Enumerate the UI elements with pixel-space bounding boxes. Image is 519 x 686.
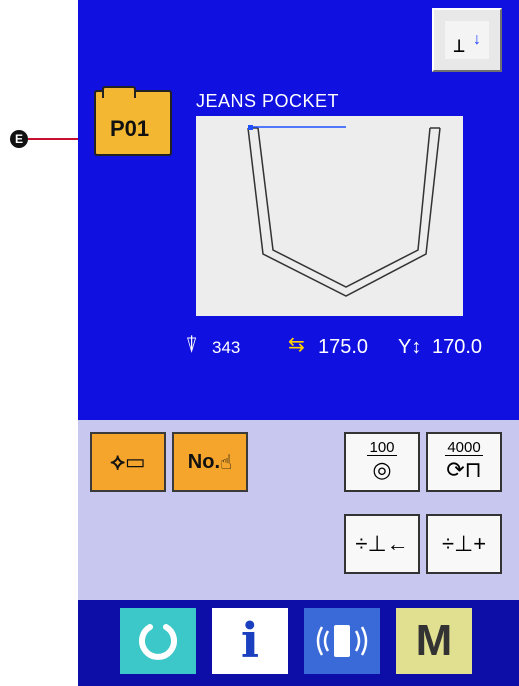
info-icon: i [240,613,260,669]
pocket-shape [247,125,441,297]
bobbin-icon: ◎ [372,457,392,482]
pattern-name: JEANS POCKET [196,91,340,111]
x-scale-value: 175.0 [318,336,369,358]
presser-foot-icon: ⊥ [453,33,466,57]
thread-tension-up-button[interactable]: ÷⊥+ [426,514,502,574]
sewing-counter-value: 4000 [445,439,483,456]
pattern-preview [196,116,463,316]
tension-up-icon: ÷⊥+ [441,531,487,556]
ready-icon [139,624,177,660]
mode-icon: M [415,616,453,665]
communication-button[interactable] [304,608,380,674]
tension-down-icon: ÷⊥← [355,531,409,556]
folder-icon [102,86,136,98]
communication-icon [316,625,368,657]
ready-button[interactable] [120,608,196,674]
sewing-machine-icon: ⟳⊓ [446,457,482,482]
hand-pointer-icon: ☝ [220,451,233,474]
thread-tension-down-button[interactable]: ÷⊥← [344,514,420,574]
pattern-number-button[interactable]: P01 [94,86,172,156]
down-arrow-icon: ↓ [473,31,481,48]
pattern-number: P01 [110,116,150,141]
callout-label: E [10,130,28,148]
x-scale-icon: ⇆ [288,334,305,356]
number-select-label: No. [187,450,221,473]
info-button[interactable]: i [212,608,288,674]
register-icon: ⟡▭ [110,449,146,474]
sewing-counter-button[interactable]: 4000 ⟳⊓ [426,432,502,492]
stitch-count: 343 [212,338,241,357]
bobbin-counter-button[interactable]: 100 ◎ [344,432,420,492]
presser-foot-button[interactable]: ⊥ ↓ [432,8,502,72]
y-scale-value: 170.0 [432,336,483,358]
needle-icon: ⍒ [185,332,199,357]
mode-button[interactable]: M [396,608,472,674]
number-select-button[interactable]: No. ☝ [172,432,248,492]
y-scale-icon: Y↕ [398,336,422,358]
bobbin-counter-value: 100 [367,439,397,456]
pattern-register-button[interactable]: ⟡▭ [90,432,166,492]
